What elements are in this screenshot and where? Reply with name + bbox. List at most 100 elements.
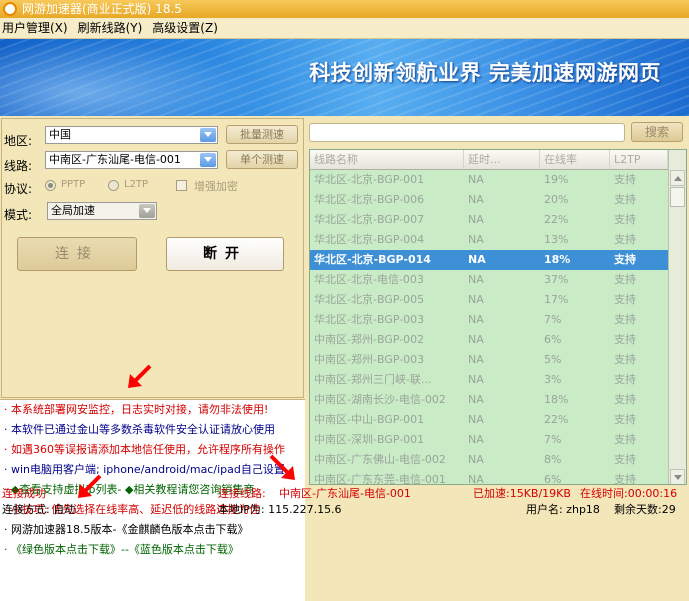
- table-row[interactable]: 中南区-郑州-BGP-002 NA 6% 支持: [310, 330, 668, 350]
- region-label: 地区:: [4, 134, 33, 148]
- table-scrollbar[interactable]: [668, 150, 686, 484]
- disconnect-button[interactable]: 断开: [166, 237, 284, 271]
- cell-online-rate: 18%: [544, 253, 571, 266]
- table-row[interactable]: 中南区-郑州-BGP-003 NA 5% 支持: [310, 350, 668, 370]
- line-label: 线路:: [4, 159, 33, 173]
- cell-l2tp: 支持: [614, 393, 636, 406]
- cell-latency: NA: [468, 253, 486, 266]
- cell-online-rate: 19%: [544, 173, 569, 186]
- line-select[interactable]: 中南区-广东汕尾-电信-001: [45, 151, 218, 169]
- table-row[interactable]: 中南区-广东东莞-电信-001 NA 6% 支持: [310, 470, 668, 485]
- cell-online-rate: 20%: [544, 193, 569, 206]
- table-header: 线路名称 延时... 在线率 L2TP: [310, 150, 668, 170]
- cell-online-rate: 13%: [544, 233, 569, 246]
- table-row[interactable]: 中南区-中山-BGP-001 NA 22% 支持: [310, 410, 668, 430]
- cell-l2tp: 支持: [614, 193, 636, 206]
- col-latency[interactable]: 延时...: [464, 150, 540, 169]
- cell-latency: NA: [468, 193, 484, 206]
- table-row[interactable]: 中南区-郑州三门峡-联... NA 3% 支持: [310, 370, 668, 390]
- table-row[interactable]: 华北区-北京-BGP-003 NA 7% 支持: [310, 310, 668, 330]
- window-title: 网游加速器(商业正式版) 18.5: [22, 2, 182, 16]
- menu-refresh-lines[interactable]: 刷新线路(Y): [76, 18, 151, 38]
- search-button[interactable]: 搜索: [631, 122, 683, 142]
- menu-user-management[interactable]: 用户管理(X): [0, 18, 76, 38]
- cell-line-name: 华北区-北京-BGP-004: [314, 233, 425, 246]
- cell-l2tp: 支持: [614, 253, 636, 266]
- mode-select[interactable]: 全局加速: [47, 202, 157, 220]
- cell-latency: NA: [468, 313, 484, 326]
- enhanced-encryption-checkbox[interactable]: [176, 180, 187, 191]
- pptp-label: PPTP: [61, 179, 86, 190]
- news-item[interactable]: · 本系统部署网安监控，日志实时对接，请勿非法使用!: [0, 400, 305, 420]
- red-arrow-annotation: [269, 454, 295, 480]
- chevron-down-icon: [139, 204, 155, 218]
- table-row[interactable]: 中南区-广东佛山-电信-002 NA 8% 支持: [310, 450, 668, 470]
- cell-line-name: 中南区-中山-BGP-001: [314, 413, 425, 426]
- cell-online-rate: 3%: [544, 373, 562, 386]
- col-l2tp[interactable]: L2TP: [610, 150, 668, 169]
- region-select[interactable]: 中国: [45, 126, 218, 144]
- scroll-up-icon[interactable]: [670, 170, 685, 186]
- cell-l2tp: 支持: [614, 173, 636, 186]
- cell-latency: NA: [468, 213, 484, 226]
- cell-latency: NA: [468, 173, 484, 186]
- cell-latency: NA: [468, 473, 484, 485]
- app-logo-icon: [3, 2, 17, 16]
- table-row[interactable]: 华北区-北京-BGP-004 NA 13% 支持: [310, 230, 668, 250]
- pptp-radio[interactable]: [45, 180, 56, 191]
- cell-online-rate: 7%: [544, 433, 562, 446]
- scroll-down-icon[interactable]: [670, 469, 685, 484]
- single-test-button[interactable]: 单个测速: [226, 150, 298, 169]
- table-row[interactable]: 中南区-深圳-BGP-001 NA 7% 支持: [310, 430, 668, 450]
- cell-l2tp: 支持: [614, 293, 636, 306]
- cell-online-rate: 6%: [544, 473, 562, 485]
- cell-online-rate: 7%: [544, 313, 562, 326]
- table-row[interactable]: 中南区-湖南长沙-电信-002 NA 18% 支持: [310, 390, 668, 410]
- connection-method: 连接方式: 自动: [2, 503, 76, 516]
- batch-test-button[interactable]: 批量测速: [226, 125, 298, 144]
- menu-advanced-settings[interactable]: 高级设置(Z): [150, 18, 226, 38]
- title-bar[interactable]: 网游加速器(商业正式版) 18.5: [0, 0, 689, 18]
- table-row[interactable]: 华北区-北京-BGP-001 NA 19% 支持: [310, 170, 668, 190]
- table-row[interactable]: 华北区-北京-电信-003 NA 37% 支持: [310, 270, 668, 290]
- cell-l2tp: 支持: [614, 413, 636, 426]
- table-row[interactable]: 华北区-北京-BGP-007 NA 22% 支持: [310, 210, 668, 230]
- news-item[interactable]: · 如遇360等误报请添加本地信任使用，允许程序所有操作: [0, 440, 305, 460]
- red-arrow-annotation: [78, 474, 102, 498]
- news-item[interactable]: · 《绿色版本点击下载》--《蓝色版本点击下载》: [0, 540, 305, 560]
- cell-latency: NA: [468, 393, 484, 406]
- cell-l2tp: 支持: [614, 333, 636, 346]
- cell-line-name: 中南区-郑州三门峡-联...: [314, 373, 432, 386]
- connect-button[interactable]: 连接: [17, 237, 137, 271]
- col-online-rate[interactable]: 在线率: [540, 150, 610, 169]
- table-row[interactable]: 华北区-北京-BGP-014 NA 18% 支持: [310, 250, 668, 270]
- table-row[interactable]: 华北区-北京-BGP-005 NA 17% 支持: [310, 290, 668, 310]
- search-input[interactable]: [309, 123, 625, 142]
- l2tp-radio[interactable]: [108, 180, 119, 191]
- local-ip: 本地IP为: 115.227.15.6: [218, 503, 342, 516]
- news-item[interactable]: · 本软件已通过金山等多数杀毒软件安全认证请放心使用: [0, 420, 305, 440]
- cell-latency: NA: [468, 453, 484, 466]
- connected-line: 中南区-广东汕尾-电信-001: [279, 487, 411, 500]
- protocol-label: 协议:: [4, 182, 33, 196]
- cell-line-name: 华北区-北京-BGP-001: [314, 173, 425, 186]
- table-row[interactable]: 华北区-北京-BGP-006 NA 20% 支持: [310, 190, 668, 210]
- news-item[interactable]: · win电脑用客户端; iphone/android/mac/ipad自己设置: [0, 460, 305, 480]
- cell-online-rate: 22%: [544, 213, 569, 226]
- red-arrow-annotation: [128, 364, 152, 388]
- cell-line-name: 中南区-湖南长沙-电信-002: [314, 393, 446, 406]
- col-line-name[interactable]: 线路名称: [310, 150, 464, 169]
- cell-latency: NA: [468, 433, 484, 446]
- username: 用户名: zhp18: [526, 503, 600, 516]
- news-item[interactable]: · 网游加速器18.5版本-《金麒麟色版本点击下载》: [0, 520, 305, 540]
- cell-online-rate: 37%: [544, 273, 569, 286]
- cell-latency: NA: [468, 233, 484, 246]
- cell-l2tp: 支持: [614, 373, 636, 386]
- line-list-panel: 搜索 线路名称 延时... 在线率 L2TP 华北区-北京-BGP-001 NA 1…: [269, 116, 689, 486]
- mode-label: 模式:: [4, 208, 33, 222]
- scroll-thumb[interactable]: [670, 187, 685, 207]
- cell-latency: NA: [468, 373, 484, 386]
- chevron-down-icon: [200, 128, 216, 142]
- connection-panel: 地区: 中国 批量测速 线路: 中南区-广东汕尾-电信-001 单个测速 协议:…: [0, 116, 305, 601]
- days-left: 剩余天数:29: [614, 503, 676, 516]
